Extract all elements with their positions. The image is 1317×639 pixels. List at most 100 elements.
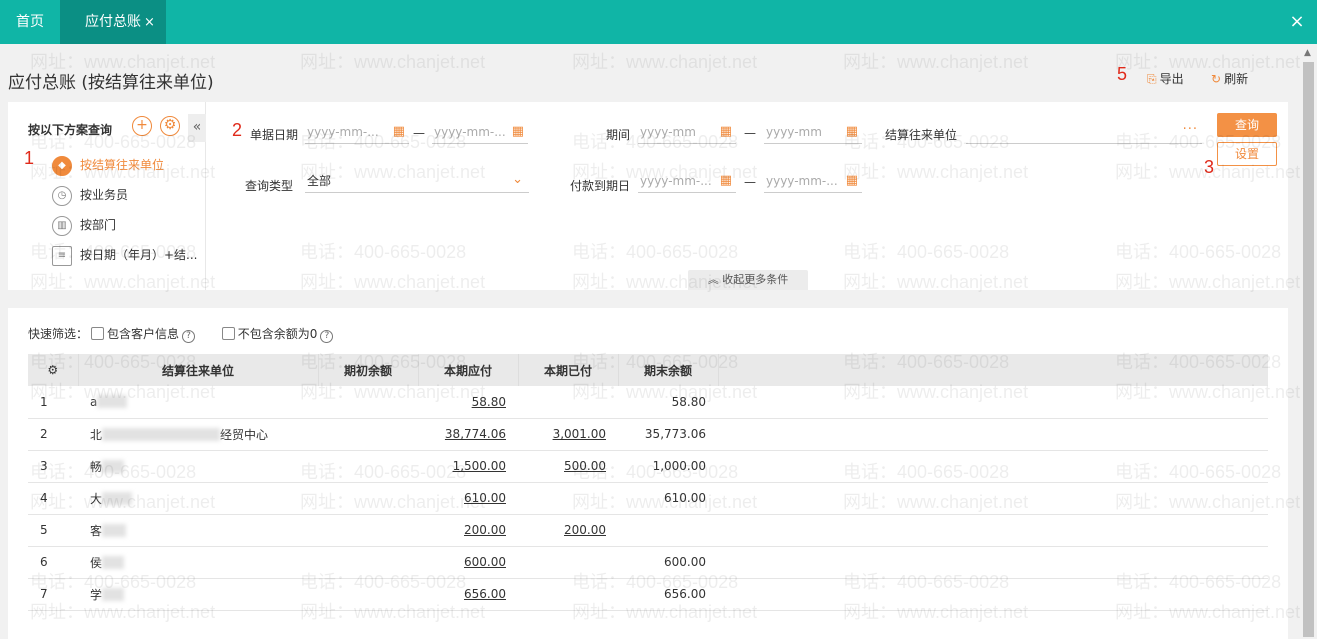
calendar-icon[interactable]: ▦ xyxy=(512,120,524,143)
row-number: 5 xyxy=(28,514,78,547)
partner-cell: a xyxy=(78,386,318,419)
top-tab-bar: 首页 应付总账 × × xyxy=(0,0,1317,44)
table-row[interactable]: 2 北 经贸中心 38,774.06 3,001.00 35,773.06 xyxy=(28,418,1268,451)
scheme-item-partner[interactable]: ◆ 按结算往来单位 xyxy=(52,154,164,176)
column-header[interactable]: 本期已付 xyxy=(518,354,619,386)
paid-cell[interactable]: 200.00 xyxy=(518,514,618,547)
paid-cell[interactable] xyxy=(518,578,618,611)
window-close-icon[interactable]: × xyxy=(1285,10,1309,34)
paid-cell[interactable] xyxy=(518,546,618,579)
collapse-more-button[interactable]: ︽ 收起更多条件 xyxy=(688,270,808,290)
column-header[interactable]: 期末余额 xyxy=(618,354,719,386)
paid-link[interactable]: 500.00 xyxy=(564,459,606,473)
tab-close-icon[interactable]: × xyxy=(144,15,155,30)
payable-cell[interactable]: 1,500.00 xyxy=(418,450,518,483)
settings-button[interactable]: 设置 xyxy=(1217,142,1277,166)
paid-cell[interactable] xyxy=(518,482,618,515)
column-header[interactable]: 期初余额 xyxy=(318,354,419,386)
results-panel: 快速筛选： 包含客户信息? 不包含余额为0? ⚙ 结算往来单位 期初余额 本期应付… xyxy=(8,308,1288,639)
closing-cell: 600.00 xyxy=(618,546,718,579)
calendar-icon[interactable]: ▦ xyxy=(720,120,732,143)
table-row[interactable]: 5 客 200.00 200.00 xyxy=(28,514,1268,547)
partner-suffix: 经贸中心 xyxy=(220,427,269,442)
calendar-icon[interactable]: ▦ xyxy=(846,169,858,192)
payable-cell[interactable]: 38,774.06 xyxy=(418,418,518,451)
table-header-row: ⚙ 结算往来单位 期初余额 本期应付 本期已付 期末余额 xyxy=(28,354,1268,386)
scroll-up-icon[interactable]: ▲ xyxy=(1304,48,1311,58)
tab-payable-ledger[interactable]: 应付总账 × xyxy=(60,0,166,44)
exclude-zero-label: 不包含余额为0 xyxy=(237,327,318,341)
due-date-start-input[interactable]: yyyy-mm-... ▦ xyxy=(638,169,736,193)
opening-cell xyxy=(318,546,418,579)
more-dots-icon[interactable]: ··· xyxy=(1183,120,1198,142)
doc-date-label: 单据日期 xyxy=(250,128,299,142)
tab-home[interactable]: 首页 xyxy=(0,0,60,44)
doc-date-start-input[interactable]: yyyy-mm-... ▦ xyxy=(305,120,409,144)
partner-cell: 大 xyxy=(78,482,318,515)
placeholder-text: yyyy-mm-... xyxy=(766,174,838,188)
table-row[interactable]: 4 大 610.00 610.00 xyxy=(28,482,1268,515)
payable-cell[interactable]: 656.00 xyxy=(418,578,518,611)
vertical-scrollbar[interactable]: ▲ xyxy=(1300,44,1317,639)
payable-link[interactable]: 610.00 xyxy=(464,491,506,505)
filler-cell xyxy=(718,578,1268,611)
collapse-sidebar-icon[interactable]: « xyxy=(188,114,206,142)
payable-cell[interactable]: 610.00 xyxy=(418,482,518,515)
paid-link[interactable]: 3,001.00 xyxy=(553,427,606,441)
table-row[interactable]: 7 学 656.00 656.00 xyxy=(28,578,1268,611)
query-button[interactable]: 查询 xyxy=(1217,113,1277,137)
help-icon[interactable]: ? xyxy=(182,330,196,343)
paid-cell[interactable]: 3,001.00 xyxy=(518,418,618,451)
payable-cell[interactable]: 200.00 xyxy=(418,514,518,547)
scheme-item-label: 按日期（年月）+结... xyxy=(80,248,198,262)
column-header[interactable]: 本期应付 xyxy=(418,354,519,386)
table-row[interactable]: 3 畅 1,500.00 500.00 1,000.00 xyxy=(28,450,1268,483)
due-date-end-input[interactable]: yyyy-mm-... ▦ xyxy=(764,169,862,193)
column-settings-icon[interactable]: ⚙ xyxy=(28,354,79,386)
payable-link[interactable]: 600.00 xyxy=(464,555,506,569)
payable-link[interactable]: 656.00 xyxy=(464,587,506,601)
closing-cell: 35,773.06 xyxy=(618,418,718,451)
scheme-item-department[interactable]: ▥ 按部门 xyxy=(52,214,116,236)
period-start-input[interactable]: yyyy-mm ▦ xyxy=(638,120,736,144)
add-scheme-icon[interactable]: + xyxy=(132,116,152,136)
exclude-zero-checkbox[interactable] xyxy=(221,327,235,340)
column-header[interactable]: 结算往来单位 xyxy=(78,354,319,386)
paid-link[interactable]: 200.00 xyxy=(564,523,606,537)
scheme-item-date[interactable]: ≡ 按日期（年月）+结... xyxy=(52,244,198,266)
paid-cell[interactable]: 500.00 xyxy=(518,450,618,483)
paid-cell[interactable] xyxy=(518,386,618,419)
include-customer-checkbox[interactable] xyxy=(91,327,105,340)
partner-name: a xyxy=(90,394,98,409)
collapse-more-label: 收起更多条件 xyxy=(722,273,789,286)
calendar-icon[interactable]: ▦ xyxy=(720,169,732,192)
placeholder-text: yyyy-mm xyxy=(640,125,696,139)
payable-link[interactable]: 1,500.00 xyxy=(453,459,506,473)
watermark-site: 网址：www.chanjet.net xyxy=(300,52,486,72)
payable-link[interactable]: 58.80 xyxy=(472,395,506,409)
redacted-block xyxy=(102,587,125,601)
payable-cell[interactable]: 600.00 xyxy=(418,546,518,579)
export-button[interactable]: ⎘ 导出 xyxy=(1147,70,1184,87)
scheme-item-salesperson[interactable]: ◷ 按业务员 xyxy=(52,184,128,206)
watermark-site: 网址：www.chanjet.net xyxy=(1115,52,1300,72)
calendar-icon[interactable]: ▦ xyxy=(846,120,858,143)
table-row[interactable]: 1 a 58.80 58.80 xyxy=(28,386,1268,419)
partner-input[interactable]: ··· xyxy=(966,120,1202,144)
scrollbar-thumb[interactable] xyxy=(1303,62,1314,637)
watermark-site: 网址：www.chanjet.net xyxy=(843,52,1029,72)
scheme-settings-icon[interactable]: ⚙ xyxy=(160,116,180,136)
row-number: 1 xyxy=(28,386,78,419)
query-type-select[interactable]: 全部 ⌄ xyxy=(305,169,529,193)
cube-icon: ◆ xyxy=(52,155,72,176)
table-row[interactable]: 6 侯 600.00 600.00 xyxy=(28,546,1268,579)
doc-date-end-input[interactable]: yyyy-mm-... ▦ xyxy=(432,120,528,144)
refresh-button[interactable]: ↻ 刷新 xyxy=(1211,70,1248,87)
payable-link[interactable]: 200.00 xyxy=(464,523,506,537)
period-end-input[interactable]: yyyy-mm ▦ xyxy=(764,120,862,144)
calendar-icon[interactable]: ▦ xyxy=(393,120,405,143)
scheme-sidebar: 按以下方案查询 + ⚙ « 1 ◆ 按结算往来单位 ◷ 按业务员 ▥ 按部门 ≡ 按日期… xyxy=(8,102,206,290)
payable-cell[interactable]: 58.80 xyxy=(418,386,518,419)
payable-link[interactable]: 38,774.06 xyxy=(445,427,506,441)
help-icon[interactable]: ? xyxy=(320,330,334,343)
